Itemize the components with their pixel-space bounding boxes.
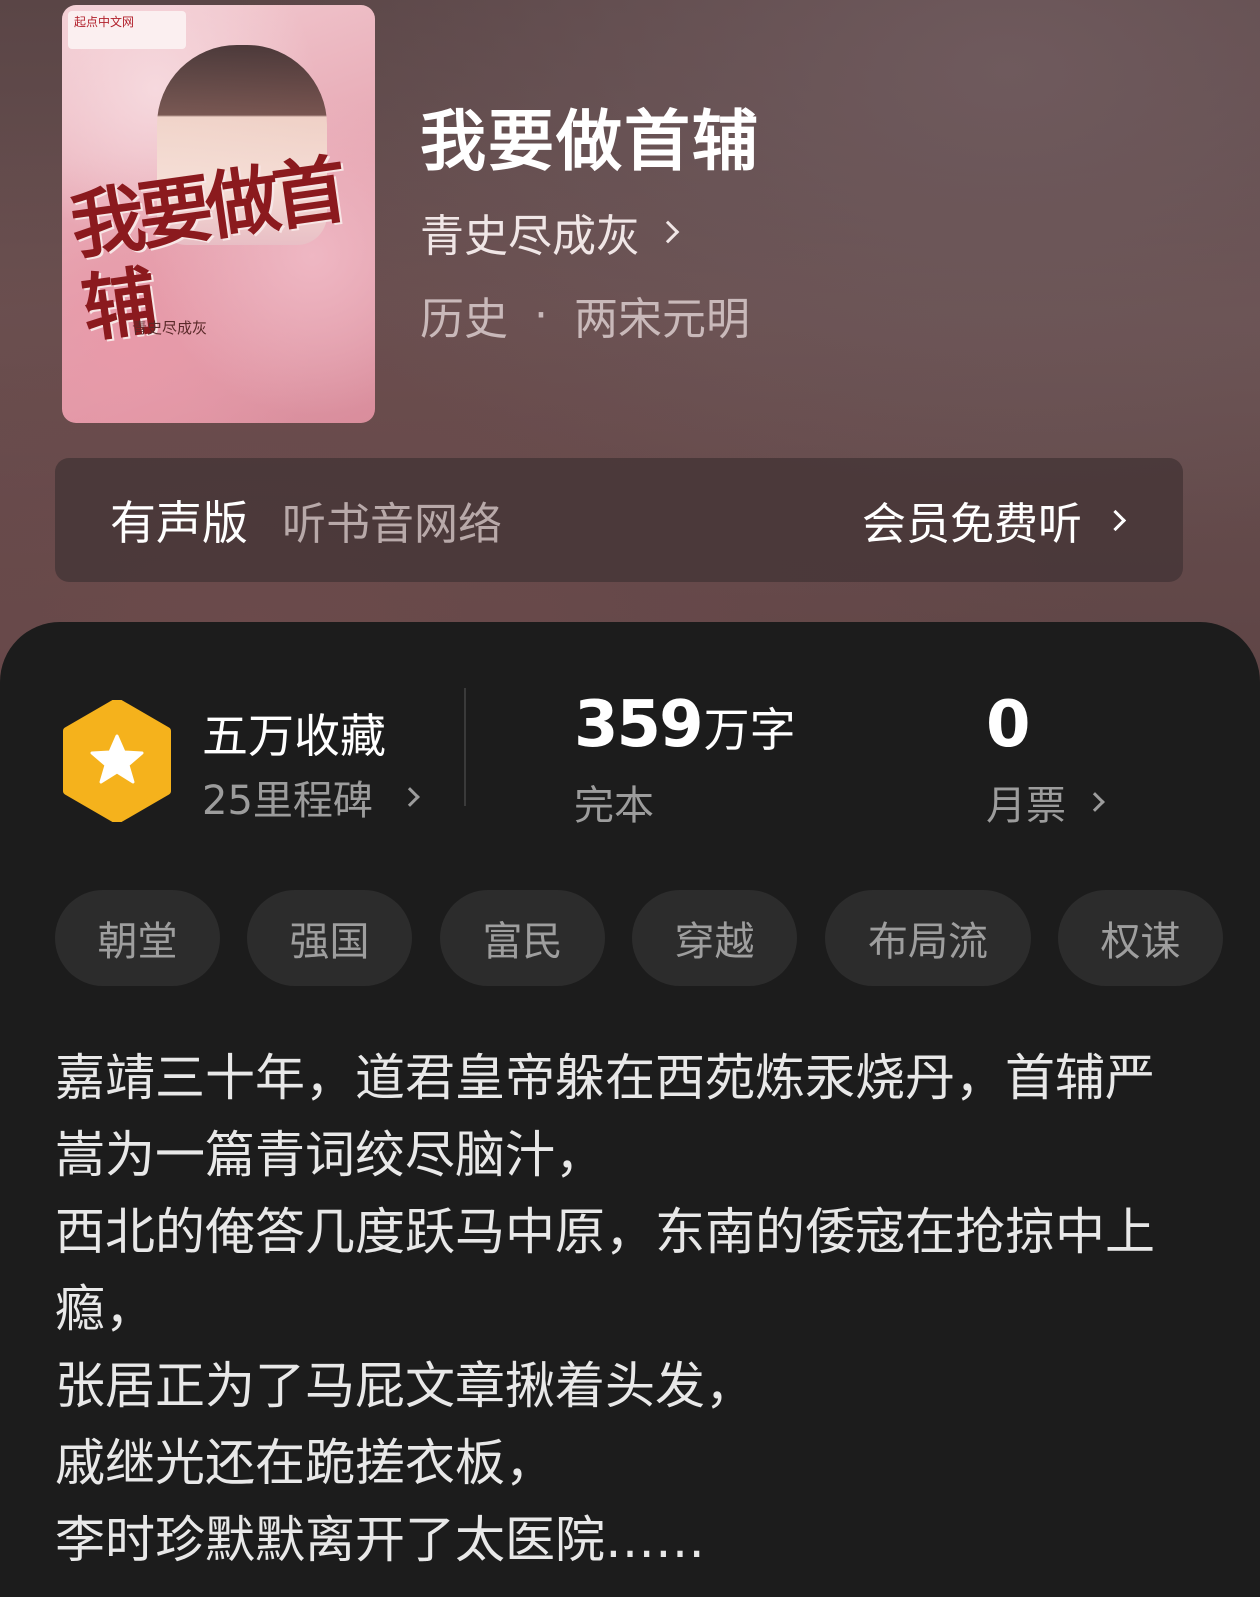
monthly-votes-label: 月票 (986, 783, 1066, 829)
milestones-label: 25里程碑 (202, 778, 373, 824)
favorites-count: 五万收藏 (202, 709, 386, 763)
tag-chip[interactable]: 穿越 (632, 890, 797, 986)
tag-chip[interactable]: 权谋 (1058, 890, 1223, 986)
book-cover[interactable]: 起点中文网 我要做首辅 青史尽成灰 (62, 5, 375, 423)
chevron-right-icon (1104, 509, 1127, 531)
completion-status: 完本 (574, 783, 654, 829)
chevron-right-icon (656, 220, 680, 244)
synopsis-line: 嘉靖三十年，道君皇帝躲在西苑炼汞烧丹，首辅严嵩为一篇青词绞尽脑汁， (55, 1049, 1155, 1184)
chevron-right-icon (1085, 792, 1105, 812)
star-hexagon-icon (63, 700, 171, 822)
word-count: 359 万字 (574, 688, 796, 762)
chevron-right-icon (400, 787, 420, 807)
synopsis-line: 李时珍默默离开了太医院…… (55, 1511, 705, 1569)
tag-chip[interactable]: 布局流 (825, 890, 1031, 986)
monthly-votes-count: 0 (986, 688, 1031, 762)
synopsis-line: 戚继光还在跪搓衣板， (55, 1434, 555, 1492)
genre-category: 历史 (420, 294, 508, 345)
cover-publisher-badge: 起点中文网 (68, 11, 186, 49)
tag-chip[interactable]: 富民 (440, 890, 605, 986)
cover-author-text: 青史尽成灰 (132, 319, 208, 337)
audio-label: 有声版 (110, 496, 248, 550)
word-count-number: 359 (574, 688, 704, 762)
tag-chip[interactable]: 朝堂 (55, 890, 220, 986)
genre-line: 历史 · 两宋元明 (420, 283, 750, 347)
genre-subcategory: 两宋元明 (574, 294, 750, 345)
audio-listen-button[interactable]: 会员免费听 (862, 488, 1127, 552)
monthly-votes-link[interactable]: 月票 (986, 773, 1105, 831)
genre-separator: · (534, 289, 548, 341)
synopsis-line: 西北的俺答几度跃马中原，东南的倭寇在抢掠中上瘾， (55, 1203, 1155, 1338)
synopsis-line: 张居正为了马屁文章揪着头发， (55, 1357, 755, 1415)
author-link[interactable]: 青史尽成灰 (420, 200, 680, 264)
stat-divider (464, 688, 466, 806)
author-name: 青史尽成灰 (420, 211, 640, 262)
cover-title-text: 我要做首辅 (65, 147, 347, 354)
audio-cta-label: 会员免费听 (862, 499, 1082, 550)
synopsis[interactable]: 嘉靖三十年，道君皇帝躲在西苑炼汞烧丹，首辅严嵩为一篇青词绞尽脑汁， 西北的俺答几… (55, 1040, 1165, 1579)
audio-version-bar[interactable]: 有声版 听书音网络 会员免费听 (55, 458, 1183, 582)
book-title: 我要做首辅 (420, 102, 760, 180)
audio-source: 听书音网络 (282, 499, 502, 550)
tag-chip[interactable]: 强国 (247, 890, 412, 986)
milestones-link[interactable]: 25里程碑 (202, 768, 420, 826)
word-count-unit: 万字 (703, 703, 796, 757)
tag-list: 朝堂 强国 富民 穿越 布局流 权谋 (55, 890, 1260, 988)
